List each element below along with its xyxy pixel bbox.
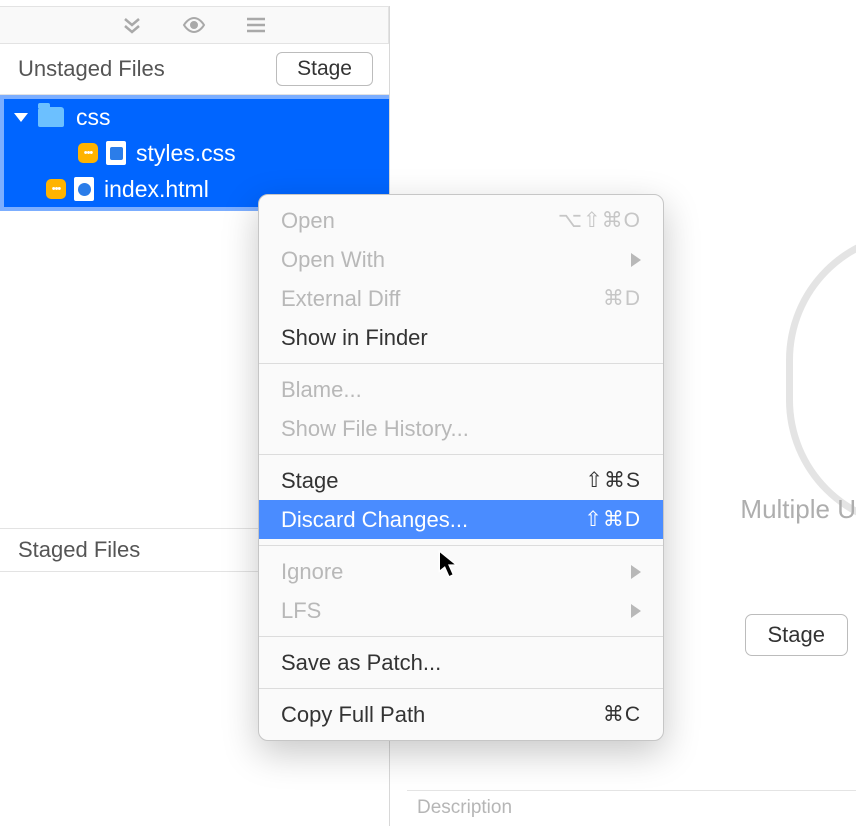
menu-label: Show in Finder <box>281 325 428 351</box>
menu-open-with[interactable]: Open With <box>259 240 663 279</box>
tree-folder-row[interactable]: css <box>4 99 389 135</box>
file-label: styles.css <box>136 140 236 167</box>
menu-shortcut: ⌘C <box>603 702 641 727</box>
chevron-right-icon <box>631 604 641 618</box>
menu-separator <box>259 545 663 546</box>
toolbar <box>0 6 389 44</box>
menu-label: LFS <box>281 598 321 624</box>
menu-label: Blame... <box>281 377 362 403</box>
menu-show-file-history[interactable]: Show File History... <box>259 409 663 448</box>
menu-separator <box>259 363 663 364</box>
menu-shortcut: ⇧⌘S <box>585 468 641 493</box>
menu-separator <box>259 688 663 689</box>
menu-ignore[interactable]: Ignore <box>259 552 663 591</box>
menu-label: Show File History... <box>281 416 469 442</box>
tree-file-row[interactable]: ••• styles.css <box>4 135 389 171</box>
menu-open[interactable]: Open ⌥⇧⌘O <box>259 201 663 240</box>
chevron-down-icon <box>14 113 28 122</box>
staged-title: Staged Files <box>18 537 140 563</box>
menu-label: Open <box>281 208 335 234</box>
menu-separator <box>259 636 663 637</box>
collapse-icon[interactable] <box>120 13 144 37</box>
list-icon[interactable] <box>244 13 268 37</box>
description-field[interactable]: Description <box>407 790 856 826</box>
chevron-right-icon <box>631 253 641 267</box>
multiple-label: Multiple U <box>740 494 856 525</box>
unstaged-header: Unstaged Files Stage <box>0 44 389 95</box>
menu-show-in-finder[interactable]: Show in Finder <box>259 318 663 357</box>
menu-external-diff[interactable]: External Diff ⌘D <box>259 279 663 318</box>
menu-separator <box>259 454 663 455</box>
file-icon <box>106 141 126 165</box>
cursor-icon <box>438 550 460 585</box>
stage-button[interactable]: Stage <box>745 614 849 656</box>
menu-label: Ignore <box>281 559 343 585</box>
loading-spinner-icon <box>786 230 856 530</box>
menu-shortcut: ⌘D <box>603 286 641 311</box>
folder-icon <box>38 107 64 127</box>
menu-shortcut: ⌥⇧⌘O <box>558 208 641 233</box>
menu-label: External Diff <box>281 286 400 312</box>
unstaged-title: Unstaged Files <box>18 56 165 82</box>
folder-label: css <box>76 104 111 131</box>
menu-shortcut: ⇧⌘D <box>584 507 641 532</box>
status-modified-icon: ••• <box>78 143 98 163</box>
menu-save-as-patch[interactable]: Save as Patch... <box>259 643 663 682</box>
menu-label: Discard Changes... <box>281 507 468 533</box>
menu-lfs[interactable]: LFS <box>259 591 663 630</box>
menu-blame[interactable]: Blame... <box>259 370 663 409</box>
menu-discard-changes[interactable]: Discard Changes... ⇧⌘D <box>259 500 663 539</box>
menu-label: Stage <box>281 468 339 494</box>
menu-copy-full-path[interactable]: Copy Full Path ⌘C <box>259 695 663 734</box>
menu-label: Copy Full Path <box>281 702 425 728</box>
file-icon <box>74 177 94 201</box>
context-menu: Open ⌥⇧⌘O Open With External Diff ⌘D Sho… <box>258 194 664 741</box>
menu-stage[interactable]: Stage ⇧⌘S <box>259 461 663 500</box>
menu-label: Open With <box>281 247 385 273</box>
chevron-right-icon <box>631 565 641 579</box>
status-modified-icon: ••• <box>46 179 66 199</box>
menu-label: Save as Patch... <box>281 650 441 676</box>
stage-button[interactable]: Stage <box>276 52 373 86</box>
file-label: index.html <box>104 176 209 203</box>
eye-icon[interactable] <box>182 13 206 37</box>
